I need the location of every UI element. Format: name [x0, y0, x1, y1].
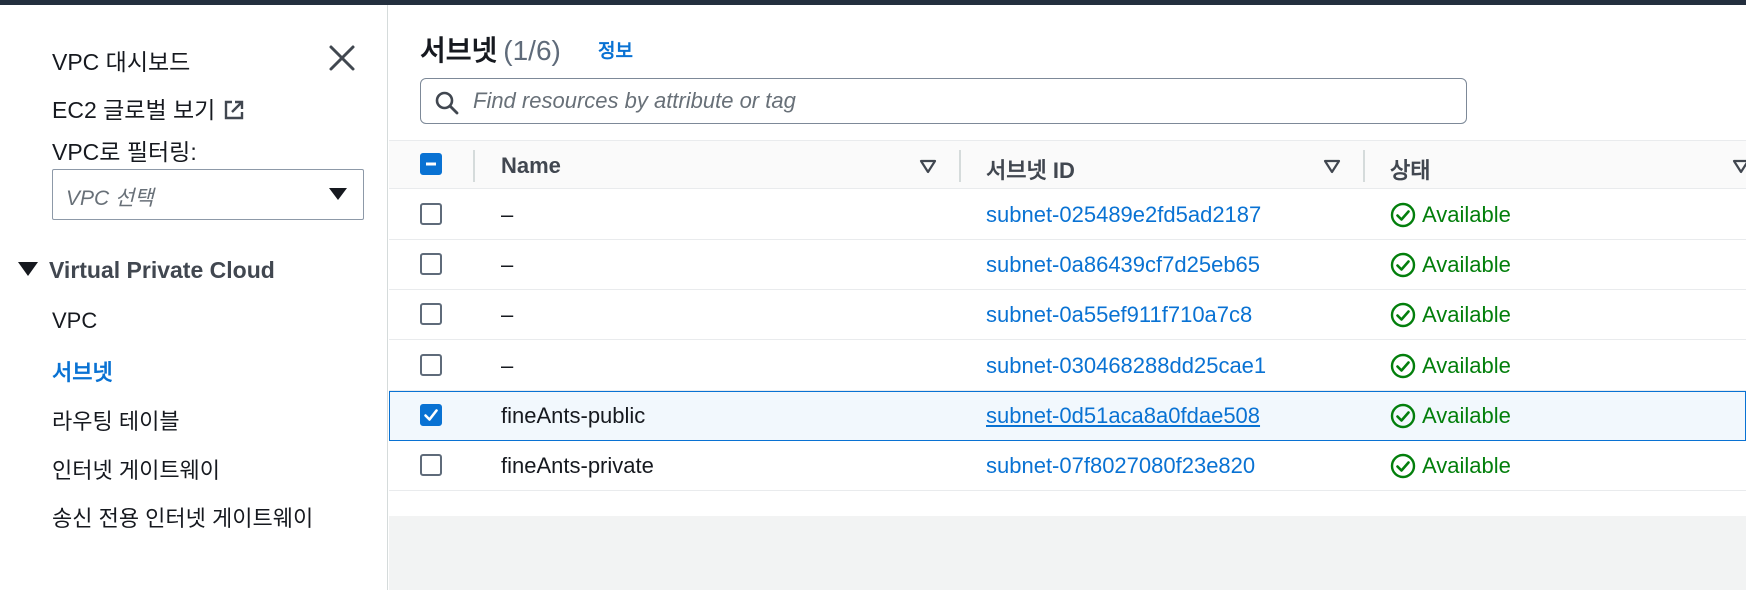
cell-subnet-id-link[interactable]: subnet-07f8027080f23e820	[986, 453, 1255, 479]
status-text: Available	[1422, 302, 1511, 327]
table-row[interactable]: – subnet-030468288dd25cae1 Available	[389, 341, 1746, 391]
search-input[interactable]	[473, 85, 1453, 117]
sidebar-item-route-tables[interactable]: 라우팅 테이블	[52, 404, 180, 436]
column-header-status[interactable]: 상태	[1390, 153, 1430, 185]
table-row[interactable]: – subnet-025489e2fd5ad2187 Available	[389, 190, 1746, 240]
vpc-select-dropdown[interactable]: VPC 선택	[52, 169, 364, 220]
table-row-selected[interactable]: fineAnts-public subnet-0d51aca8a0fdae508…	[389, 391, 1746, 441]
sort-caret-icon[interactable]	[1323, 158, 1341, 174]
vpc-filter-label: VPC로 필터링:	[52, 139, 197, 165]
cell-subnet-id-link[interactable]: subnet-030468288dd25cae1	[986, 353, 1266, 379]
column-header-subnet-id[interactable]: 서브넷 ID	[986, 153, 1075, 185]
sidebar-title[interactable]: VPC 대시보드	[52, 43, 190, 77]
external-link-icon	[225, 100, 244, 120]
status-available-icon	[1390, 252, 1416, 278]
cell-name: –	[501, 353, 514, 378]
cell-subnet-id-link[interactable]: subnet-0a86439cf7d25eb65	[986, 252, 1260, 278]
status-text: Available	[1422, 202, 1511, 227]
status-text: Available	[1422, 353, 1511, 378]
sidebar: VPC 대시보드 EC2 글로벌 보기 VPC로 필터링: VPC 선택 Vir…	[0, 5, 388, 590]
info-link[interactable]: 정보	[598, 36, 633, 63]
row-checkbox[interactable]	[420, 354, 442, 376]
table-row[interactable]: fineAnts-private subnet-07f8027080f23e82…	[389, 441, 1746, 491]
caret-down-icon	[329, 188, 347, 200]
cell-subnet-id-link[interactable]: subnet-0a55ef911f710a7c8	[986, 302, 1252, 328]
table-row[interactable]: – subnet-0a86439cf7d25eb65 Available	[389, 240, 1746, 290]
status-text: Available	[1422, 252, 1511, 277]
sidebar-item-egress-only-internet-gateways[interactable]: 송신 전용 인터넷 게이트웨이	[52, 501, 313, 533]
table-footer-area	[389, 516, 1746, 590]
cell-subnet-id-link[interactable]: subnet-025489e2fd5ad2187	[986, 202, 1261, 228]
cell-subnet-id-link[interactable]: subnet-0d51aca8a0fdae508	[986, 403, 1260, 429]
cell-name: fineAnts-public	[501, 403, 646, 428]
row-checkbox[interactable]	[420, 454, 442, 476]
main-content: 서브넷(1/6) 정보 Name 서브넷 ID	[389, 5, 1746, 590]
status-available-icon	[1390, 202, 1416, 228]
column-divider	[473, 150, 475, 182]
search-icon	[435, 91, 459, 115]
page-title: 서브넷 (1/6)	[420, 29, 561, 69]
selection-count: (1/6)	[503, 35, 561, 66]
sort-caret-icon[interactable]	[1732, 158, 1746, 174]
status-text: Available	[1422, 453, 1511, 478]
row-checkbox[interactable]	[420, 253, 442, 275]
indeterminate-icon	[426, 162, 436, 166]
cell-name: –	[501, 302, 514, 327]
status-text: Available	[1422, 403, 1511, 428]
table-header: Name 서브넷 ID 상태	[389, 140, 1746, 189]
cell-name: –	[501, 202, 514, 227]
vpc-select-placeholder: VPC 선택	[66, 187, 154, 210]
status-available-icon	[1390, 353, 1416, 379]
sidebar-item-vpc[interactable]: VPC	[52, 308, 97, 334]
sidebar-item-internet-gateways[interactable]: 인터넷 게이트웨이	[52, 453, 220, 485]
ec2-global-view-label: EC2 글로벌 보기	[52, 97, 216, 123]
close-sidebar-button[interactable]	[327, 43, 357, 73]
sort-caret-icon[interactable]	[919, 158, 937, 174]
row-checkbox-checked[interactable]	[420, 404, 442, 426]
row-checkbox[interactable]	[420, 203, 442, 225]
section-caret-down-icon[interactable]	[18, 262, 38, 276]
row-checkbox[interactable]	[420, 303, 442, 325]
search-box[interactable]	[420, 78, 1467, 124]
cell-name: fineAnts-private	[501, 453, 654, 478]
column-divider[interactable]	[1363, 150, 1365, 182]
table-row[interactable]: – subnet-0a55ef911f710a7c8 Available	[389, 290, 1746, 340]
column-header-name[interactable]: Name	[501, 153, 561, 179]
close-icon	[329, 45, 355, 71]
section-title-virtual-private-cloud[interactable]: Virtual Private Cloud	[49, 257, 275, 284]
ec2-global-view-link[interactable]: EC2 글로벌 보기	[52, 91, 245, 125]
column-divider[interactable]	[959, 150, 961, 182]
status-available-icon	[1390, 302, 1416, 328]
checkmark-icon	[424, 409, 438, 421]
status-available-icon	[1390, 453, 1416, 479]
status-available-icon	[1390, 403, 1416, 429]
cell-name: –	[501, 252, 514, 277]
select-all-checkbox[interactable]	[420, 153, 442, 175]
page-title-text: 서브넷	[420, 35, 498, 66]
sidebar-item-subnets[interactable]: 서브넷	[52, 355, 113, 387]
